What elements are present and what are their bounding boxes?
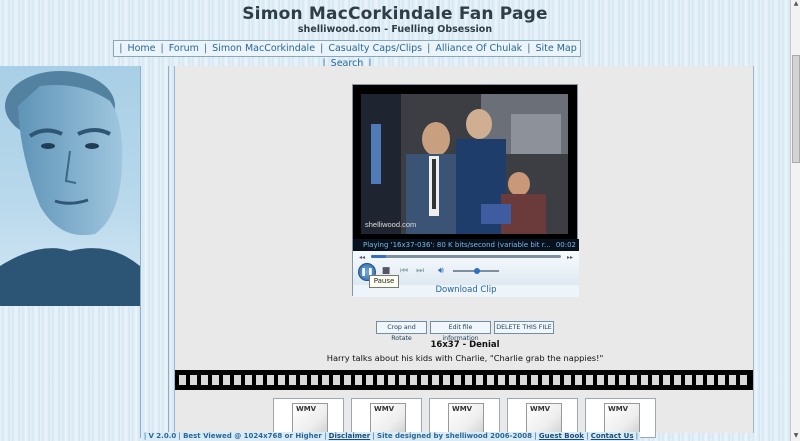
disclaimer-link[interactable]: Disclaimer	[329, 432, 371, 440]
nav-forum[interactable]: Forum	[169, 43, 199, 54]
volume-slider-knob[interactable]	[473, 268, 480, 274]
version-text: V 2.0.0	[148, 432, 177, 440]
player-time: 00:02	[555, 241, 576, 249]
previous-icon[interactable]: ⏮	[398, 265, 410, 277]
nav-alliance-of-chulak[interactable]: Alliance Of Chulak	[435, 43, 522, 54]
clip-title: 16x37 - Denial	[430, 340, 500, 350]
delete-file-button[interactable]: DELETE THIS FILE	[494, 321, 554, 334]
player-status-text: Playing '16x37-036': 80 K bits/second (v…	[363, 241, 551, 249]
video-watermark: shelliwood.com	[365, 220, 417, 229]
seek-bar-fill	[371, 255, 387, 258]
page-title: Simon MacCorkindale Fan Page	[242, 4, 548, 24]
main-nav: | Home | Forum | Simon MacCorkindale | C…	[113, 40, 581, 69]
vertical-scrollbar[interactable]: ▲ ▼	[790, 0, 800, 441]
column-divider	[168, 66, 169, 438]
scroll-down-icon[interactable]: ▼	[792, 432, 800, 441]
crop-rotate-button[interactable]: Crop and Rotate	[376, 321, 427, 342]
media-player: shelliwood.com Playing '16x37-036': 80 K…	[352, 84, 579, 297]
best-viewed-text: Best Viewed @ 1024x768 or Higher	[183, 432, 322, 440]
seek-bar[interactable]	[371, 255, 561, 258]
nav-simon-maccorkindale[interactable]: Simon MacCorkindale	[212, 43, 315, 54]
designed-by-text: Site designed by shelliwood 2006-2008	[377, 432, 533, 440]
video-scene	[361, 94, 568, 234]
filmstrip-divider	[175, 370, 753, 390]
contact-us-link[interactable]: Contact Us	[591, 432, 634, 440]
scroll-up-icon[interactable]: ▲	[792, 0, 800, 9]
portrait-image	[0, 66, 140, 306]
portrait-illustration	[0, 71, 140, 306]
volume-slider[interactable]	[453, 268, 499, 274]
nav-home[interactable]: Home	[127, 43, 155, 54]
column-divider	[140, 66, 141, 438]
volume-icon[interactable]: 🔊︎	[435, 265, 447, 277]
nav-site-map[interactable]: Site Map	[535, 43, 576, 54]
player-status-bar: Playing '16x37-036': 80 K bits/second (v…	[353, 239, 579, 251]
scrollbar-thumb[interactable]	[792, 55, 800, 163]
fast-forward-icon[interactable]: ▸▸	[564, 252, 576, 264]
nav-casualty-caps-clips[interactable]: Casualty Caps/Clips	[328, 43, 422, 54]
video-frame[interactable]: shelliwood.com	[361, 94, 568, 234]
pause-tooltip: Pause	[369, 275, 399, 288]
page-subtitle: shelliwood.com - Fuelling Obsession	[297, 24, 493, 35]
edit-file-info-button[interactable]: Edit file information	[430, 321, 491, 342]
next-icon[interactable]: ⏭	[414, 265, 426, 277]
clip-description: Harry talks about his kids with Charlie,…	[326, 353, 604, 363]
site-footer: | V 2.0.0 | Best Viewed @ 1024x768 or Hi…	[142, 432, 640, 441]
guest-book-link[interactable]: Guest Book	[539, 432, 584, 440]
